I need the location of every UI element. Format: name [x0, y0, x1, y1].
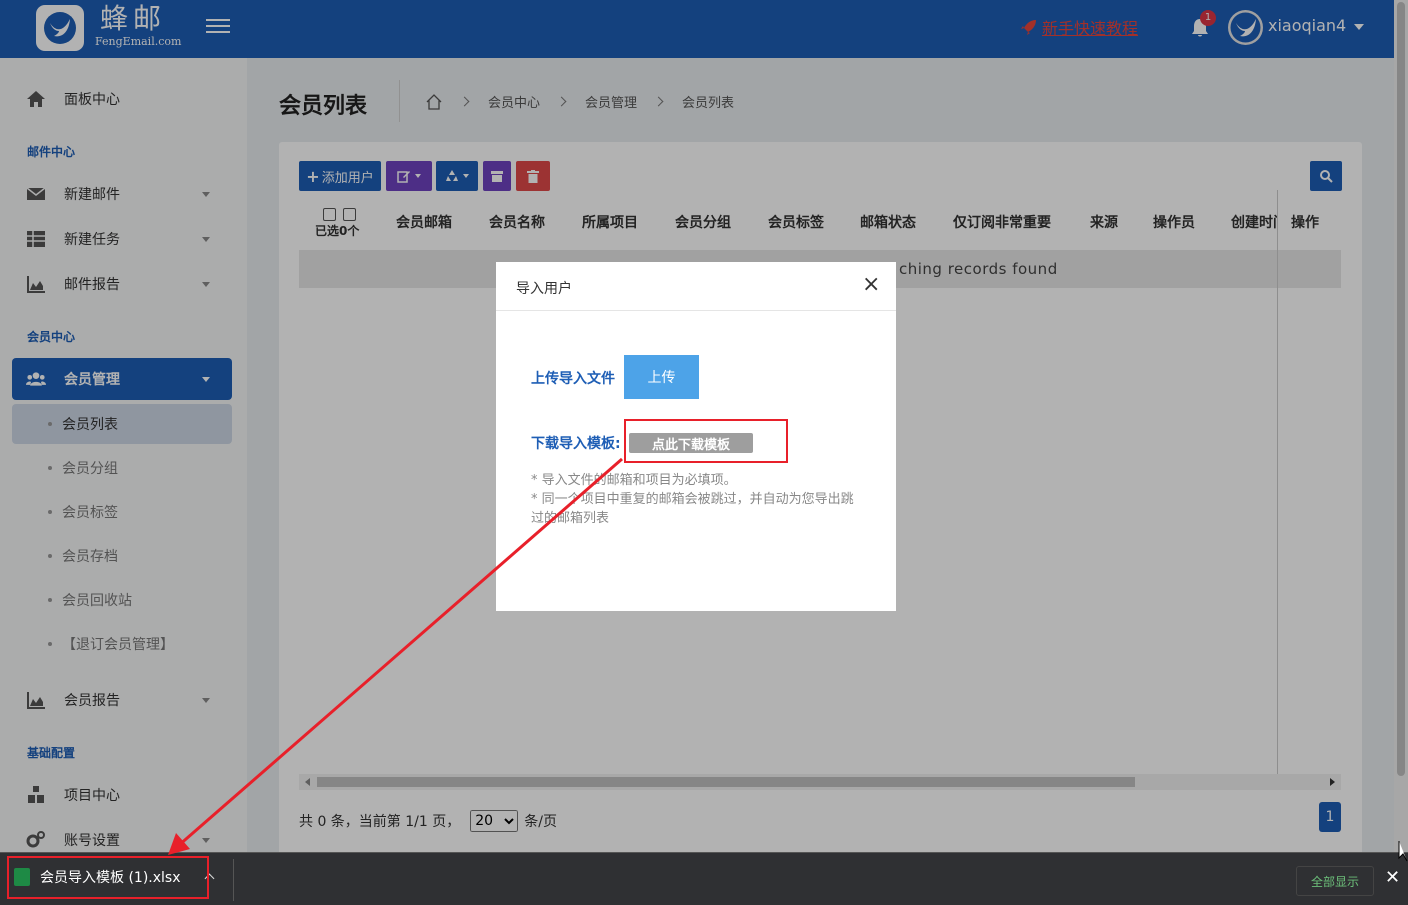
import-note: * 同一个项目中重复的邮箱会被跳过，并自动为您导出跳过的邮箱列表 — [531, 492, 854, 526]
upload-button[interactable]: 上传 — [624, 355, 699, 399]
highlight-box — [7, 856, 209, 899]
show-all-button[interactable]: 全部显示 — [1296, 866, 1374, 896]
highlight-box — [624, 419, 788, 463]
import-note: * 导入文件的邮箱和项目为必填项。 — [531, 473, 737, 488]
modal-divider — [496, 310, 896, 311]
modal-title: 导入用户 — [516, 281, 572, 297]
mouse-cursor-icon — [1398, 841, 1408, 862]
upload-label: 上传导入文件 — [531, 371, 615, 387]
download-bar-divider — [233, 859, 234, 901]
close-icon[interactable]: × — [862, 274, 880, 296]
download-bar: 会员导入模板 (1).xlsx 全部显示 ✕ — [0, 852, 1408, 905]
close-icon[interactable]: ✕ — [1385, 867, 1400, 888]
import-users-modal: 导入用户 × 上传导入文件 上传 下载导入模板: 点此下载模板 * 导入文件的邮… — [496, 262, 896, 611]
download-template-label: 下载导入模板: — [531, 436, 621, 452]
import-notes: * 导入文件的邮箱和项目为必填项。 * 同一个项目中重复的邮箱会被跳过，并自动为… — [531, 471, 861, 528]
